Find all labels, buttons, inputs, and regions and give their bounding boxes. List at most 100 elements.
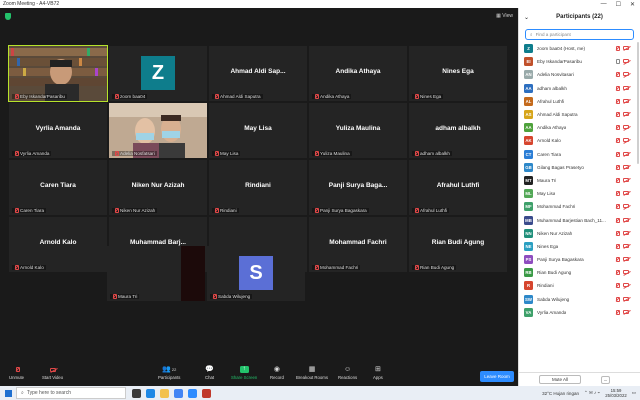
video-tile[interactable]: Nines Ega Nines Ega [409,46,507,101]
participant-list-scrollbar[interactable] [637,42,639,164]
participant-row[interactable]: ML May Lisa [524,187,636,200]
mic-muted-icon[interactable] [615,164,620,170]
video-tile[interactable]: Rindiani Rindiani [209,160,307,215]
participant-row[interactable]: SW Sabda Wilujeng [524,293,636,306]
video-tile[interactable]: Adelia Nosfatsari [109,103,207,158]
video-tile[interactable]: Andika Athaya Andika Athaya [309,46,407,101]
breakout-rooms-button[interactable]: ▦ Breakout Rooms [296,366,328,380]
participant-row[interactable]: NE Nines Ega [524,240,636,253]
mic-muted-icon[interactable] [615,98,620,104]
participant-row[interactable]: AN Adelia Nosvitasari [524,68,636,81]
mic-muted-icon[interactable] [615,112,620,118]
video-off-icon[interactable] [623,164,629,169]
taskbar-search-input[interactable]: ⌕ Type here to search [16,387,126,399]
mic-muted-icon[interactable] [615,257,620,263]
video-off-icon[interactable] [623,72,629,77]
mic-muted-icon[interactable] [615,283,620,289]
video-off-icon[interactable] [623,296,629,301]
apps-button[interactable]: ⊞ Apps [373,366,383,380]
unmute-button[interactable]: Unmute [9,366,24,380]
zoom-icon[interactable] [188,388,197,398]
video-off-icon[interactable] [623,151,629,156]
video-tile[interactable]: Afrahul Luthfi Afrahul Luthfi [409,160,507,215]
task-view-icon[interactable] [132,388,141,398]
video-off-icon[interactable] [623,177,629,182]
maximize-button[interactable]: ☐ [616,1,621,8]
video-off-icon[interactable] [623,257,629,262]
video-tile[interactable]: Maura Tri [107,246,205,301]
mic-muted-icon[interactable] [615,72,620,78]
mic-icon[interactable] [615,59,620,65]
share-screen-button[interactable]: ↑ Share Screen [231,366,257,380]
participant-row[interactable]: NN Niken Nur Azizah [524,227,636,240]
video-tile[interactable]: Vyrlia Amanda Vyrlia Amanda [9,103,107,158]
start-video-button[interactable]: Start Video [42,366,63,380]
chat-button[interactable]: 💬 Chat [205,366,214,380]
video-off-icon[interactable] [623,309,629,314]
shield-icon[interactable] [5,12,11,20]
mic-muted-icon[interactable] [615,230,620,236]
video-off-icon[interactable] [623,230,629,235]
video-off-icon[interactable] [623,59,629,64]
video-off-icon[interactable] [623,204,629,209]
video-tile[interactable]: adham albalkh adham albalkh [409,103,507,158]
mic-muted-icon[interactable] [615,151,620,157]
mic-muted-icon[interactable] [615,191,620,197]
chevron-down-icon[interactable]: ⌄ [524,14,529,21]
participant-row[interactable]: MF Mohammad Fachri [524,200,636,213]
video-tile[interactable]: Mohammad Fachri Mohammad Fachri [309,217,407,272]
mic-muted-icon[interactable] [615,309,620,315]
participant-row[interactable]: MB Muhammad Barjestian Bach_11... [524,213,636,226]
minimize-button[interactable]: — [601,1,607,8]
participant-row[interactable]: AA adham albalkh [524,82,636,95]
video-off-icon[interactable] [623,98,629,103]
video-tile[interactable]: Caren Tiara Caren Tiara [9,160,107,215]
video-off-icon[interactable] [623,46,629,51]
more-options-button[interactable]: ... [601,375,610,384]
mic-muted-icon[interactable] [615,217,620,223]
video-tile[interactable]: Niken Nur Azizah Niken Nur Azizah [109,160,207,215]
mic-muted-icon[interactable] [615,177,620,183]
video-off-icon[interactable] [623,138,629,143]
participant-row[interactable]: R Rindiani [524,279,636,292]
edge-icon[interactable] [146,388,155,398]
participant-row[interactable]: MT Maura Tri [524,174,636,187]
record-button[interactable]: ◉ Record [270,366,284,380]
participant-row[interactable]: AK Arnold Kalo [524,134,636,147]
mic-muted-icon[interactable] [615,125,620,131]
participant-row[interactable]: Zzoom baa04 (Host, me) [524,42,636,55]
mic-muted-icon[interactable] [615,296,620,302]
notifications-icon[interactable]: ▭ [632,390,636,396]
participant-row[interactable]: EI Eby IskandarPasaribu [524,55,636,68]
video-off-icon[interactable] [623,85,629,90]
start-button[interactable] [0,386,16,400]
tray-icons[interactable]: ⌃ ✉ ♪ ⌁ [584,390,600,396]
participant-row[interactable]: AL Afrahul Luthfi [524,95,636,108]
video-off-icon[interactable] [623,270,629,275]
video-tile[interactable]: Ahmad Aldi Sap... Ahmad Aldi Saputra [209,46,307,101]
participant-row[interactable]: PS Panji Surya Bagaskara [524,253,636,266]
video-tile[interactable]: May Lisa May Lisa [209,103,307,158]
mic-muted-icon[interactable] [615,85,620,91]
chrome-icon[interactable] [174,388,183,398]
participants-button[interactable]: 👥 22 Participants [158,366,180,380]
leave-room-button[interactable]: Leave Room [480,371,514,382]
mic-muted-icon[interactable] [615,138,620,144]
video-tile[interactable]: Panji Surya Baga... Panji Surya Bagaskara [309,160,407,215]
file-explorer-icon[interactable] [160,388,169,398]
app-icon[interactable] [202,388,211,398]
video-tile[interactable]: S Sabda Wilujeng [207,246,305,301]
participant-row[interactable]: RB Rian Budi Agung [524,266,636,279]
participant-row[interactable]: AA Andika Athaya [524,121,636,134]
close-button[interactable]: ✕ [630,1,635,8]
participant-row[interactable]: VA Vyrlia Amanda [524,306,636,319]
view-button[interactable]: ▦ View [496,13,513,19]
video-tile[interactable]: Arnold Kalo Arnold Kalo [9,217,107,272]
weather-text[interactable]: 32°C Hujan ringan [542,391,579,396]
mute-all-button[interactable]: Mute All [539,375,581,384]
mic-muted-icon[interactable] [615,243,620,249]
reactions-button[interactable]: ☺ Reactions [338,366,357,380]
video-off-icon[interactable] [623,125,629,130]
video-off-icon[interactable] [623,191,629,196]
video-tile[interactable]: Zzoom baa04 [109,46,207,101]
